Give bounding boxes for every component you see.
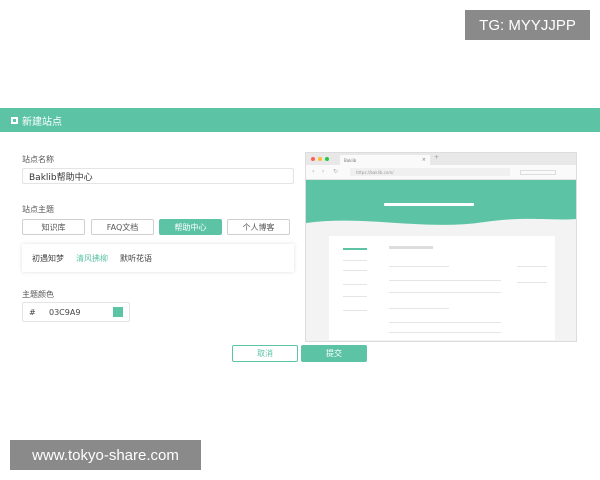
theme-tab-blog[interactable]: 个人博客: [227, 219, 290, 235]
preview-nav-line: [343, 284, 367, 285]
preview-document: [329, 236, 555, 340]
dialog-header: 新建站点: [0, 108, 600, 132]
preview-side-line: [517, 282, 547, 283]
preview-text-line: [389, 308, 449, 309]
site-name-label: 站点名称: [22, 155, 54, 164]
style-option[interactable]: 默听花语: [120, 253, 152, 264]
preview-heading: [389, 246, 433, 249]
site-theme-label: 站点主题: [22, 205, 54, 214]
dialog-title: 新建站点: [22, 116, 62, 128]
browser-tab-bar: Baklib × +: [306, 153, 576, 165]
style-option-selected[interactable]: 清风拂柳: [76, 253, 108, 264]
preview-nav-line: [343, 260, 367, 261]
cancel-button[interactable]: 取消: [232, 345, 298, 362]
preview-nav-line: [343, 296, 367, 297]
color-hex-value: 03C9A9: [49, 307, 81, 317]
browser-url-bar: ‹ › ↻ https://baklib.com/: [306, 165, 576, 180]
style-option[interactable]: 初遇知梦: [32, 253, 64, 264]
browser-url: https://baklib.com/: [350, 168, 510, 176]
back-icon: ‹: [312, 168, 315, 175]
preview-text-line: [389, 266, 449, 267]
preview-text-line: [389, 292, 501, 293]
hash-prefix: #: [29, 307, 36, 317]
color-swatch[interactable]: [113, 307, 123, 317]
reload-icon: ↻: [333, 168, 339, 175]
theme-color-label: 主题颜色: [22, 290, 54, 299]
close-dot-icon: [311, 157, 315, 161]
site-name-input[interactable]: Baklib帮助中心: [22, 168, 294, 184]
submit-button[interactable]: 提交: [301, 345, 367, 362]
browser-tab: Baklib ×: [340, 155, 430, 165]
preview-nav-line: [343, 270, 367, 271]
new-site-dialog: 新建站点 站点名称 Baklib帮助中心 站点主题 知识库 FAQ文档 帮助中心…: [0, 108, 600, 373]
preview-side-line: [517, 266, 547, 267]
watermark-tg: TG: MYYJJPP: [465, 10, 590, 40]
tab-close-icon: ×: [421, 157, 426, 163]
theme-style-options: 初遇知梦 清风拂柳 默听花语: [22, 244, 294, 272]
browser-search-box: [520, 170, 556, 175]
theme-color-input[interactable]: # 03C9A9: [22, 302, 130, 322]
preview-text-line: [389, 322, 501, 323]
theme-tab-help-center[interactable]: 帮助中心: [159, 219, 222, 235]
theme-preview: Baklib × + ‹ › ↻ https://baklib.com/: [305, 152, 577, 342]
preview-text-line: [389, 332, 501, 333]
new-tab-icon: +: [434, 154, 440, 161]
preview-nav-active: [343, 248, 367, 250]
preview-nav-line: [343, 310, 367, 311]
browser-tab-title: Baklib: [344, 157, 357, 163]
add-icon: [11, 116, 18, 124]
minimize-dot-icon: [318, 157, 322, 161]
watermark-site: www.tokyo-share.com: [10, 440, 201, 470]
theme-tab-faq[interactable]: FAQ文档: [91, 219, 154, 235]
maximize-dot-icon: [325, 157, 329, 161]
preview-banner-search: [384, 203, 474, 206]
banner-wave: [306, 218, 576, 233]
forward-icon: ›: [322, 168, 325, 175]
preview-text-line: [389, 280, 501, 281]
theme-tab-knowledge-base[interactable]: 知识库: [22, 219, 85, 235]
